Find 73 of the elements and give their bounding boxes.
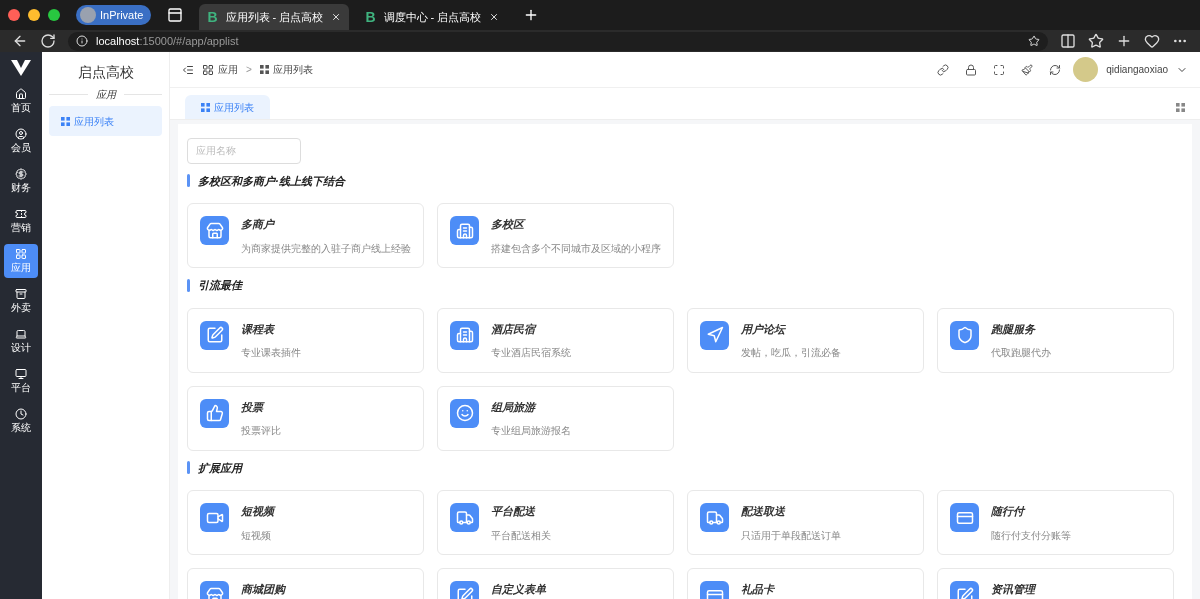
browser-tab[interactable]: B 应用列表 - 启点高校: [199, 4, 350, 30]
address-bar[interactable]: localhost:15000/#/app/applist: [68, 31, 1048, 51]
breadcrumb-item[interactable]: 应用列表: [259, 62, 313, 77]
sidebar-section: 应用: [95, 87, 116, 102]
rail-item[interactable]: 会员: [4, 124, 38, 158]
username[interactable]: qidiangaoxiao: [1106, 62, 1168, 77]
rail-item[interactable]: 首页: [4, 84, 38, 118]
app-description: 发帖，吃瓜，引流必备: [741, 346, 841, 360]
app-name: 投票: [241, 399, 266, 415]
app-name: 礼品卡: [741, 582, 774, 597]
app-description: 平台配送相关: [491, 528, 551, 543]
app-card[interactable]: 商城团购: [187, 568, 424, 599]
search-field[interactable]: 应用名称: [187, 137, 301, 164]
site-icon: B: [365, 6, 376, 28]
app-name: 课程表: [241, 321, 276, 337]
rail-item[interactable]: 平台: [4, 364, 38, 398]
breadcrumb-separator: >: [246, 63, 252, 77]
app-card[interactable]: 用户论坛 发帖，吃瓜，引流必备: [687, 307, 924, 373]
app-description: 投票评比: [241, 424, 281, 438]
app-name: 多商户: [241, 217, 276, 232]
app-card[interactable]: 随行付 随行付支付分账等: [937, 490, 1174, 555]
app-card[interactable]: 多校区 搭建包含多个不同城市及区域的小程序: [437, 203, 674, 268]
page-tab[interactable]: 应用列表: [185, 95, 270, 119]
app-name: 酒店民宿: [491, 321, 538, 337]
app-card[interactable]: 酒店民宿 专业酒店民宿系统: [437, 307, 674, 373]
rail-item[interactable]: 设计: [4, 324, 38, 358]
app-name: 自定义表单: [491, 582, 546, 597]
tab-title: 调度中心 - 启点高校: [383, 9, 482, 25]
url-text: localhost:15000/#/app/applist: [96, 33, 240, 49]
rail-item[interactable]: 系统: [4, 404, 38, 438]
app-description: 搭建包含多个不同城市及区域的小程序: [491, 241, 661, 256]
app-name: 用户论坛: [741, 321, 787, 337]
app-name: 平台配送: [491, 504, 537, 519]
sidebar-item[interactable]: 应用列表: [49, 106, 162, 136]
app-name: 跑腿服务: [991, 321, 1037, 337]
section-title: 引流最佳: [198, 278, 242, 293]
site-icon: B: [207, 6, 218, 28]
rail-item[interactable]: 财务: [4, 164, 38, 198]
rail-item[interactable]: 外卖: [4, 284, 38, 318]
app-name: 商城团购: [241, 582, 285, 597]
app-card[interactable]: 课程表 专业课表插件: [187, 307, 424, 373]
app-card[interactable]: 跑腿服务 代取跑腿代办: [937, 307, 1174, 373]
app-name: 配送取送: [741, 504, 787, 519]
app-name: 组局旅游: [491, 399, 538, 415]
app-card[interactable]: 资讯管理: [937, 568, 1174, 599]
app-description: 专业课表插件: [241, 346, 301, 360]
app-description: 只适用于单段配送订单: [741, 528, 841, 543]
section-title: 扩展应用: [198, 460, 242, 476]
app-name: 短视频: [241, 504, 274, 519]
app-card[interactable]: 自定义表单: [437, 568, 674, 599]
sidebar-title: 启点高校: [76, 63, 135, 82]
section-title: 多校区和多商户·线上线下结合: [198, 173, 345, 189]
app-card[interactable]: 投票 投票评比: [187, 385, 424, 451]
app-card[interactable]: 礼品卡: [687, 568, 924, 599]
breadcrumb-item[interactable]: 应用: [202, 62, 238, 77]
app-card[interactable]: 平台配送 平台配送相关: [437, 490, 674, 555]
app-card[interactable]: 组局旅游 专业组局旅游报名: [437, 385, 674, 451]
app-name: 随行付: [991, 504, 1027, 519]
app-description: 专业组局旅游报名: [491, 424, 571, 438]
app-description: 随行付支付分账等: [991, 528, 1071, 543]
rail-item[interactable]: 营销: [4, 204, 38, 238]
app-card[interactable]: 短视频 短视频: [187, 490, 424, 555]
app-name: 多校区: [491, 217, 527, 232]
app-description: 专业酒店民宿系统: [491, 346, 571, 360]
app-description: 代取跑腿代办: [991, 346, 1051, 360]
app-card[interactable]: 多商户 为商家提供完整的入驻子商户线上经验: [187, 203, 424, 268]
browser-tab[interactable]: B 调度中心 - 启点高校: [357, 4, 508, 30]
tab-title: 应用列表 - 启点高校: [225, 9, 324, 25]
app-description: 短视频: [241, 528, 272, 543]
app-description: 为商家提供完整的入驻子商户线上经验: [241, 241, 411, 256]
profile-pill[interactable]: InPrivate: [76, 5, 152, 25]
app-card[interactable]: 配送取送 只适用于单段配送订单: [687, 490, 924, 555]
app-name: 资讯管理: [991, 582, 1035, 597]
